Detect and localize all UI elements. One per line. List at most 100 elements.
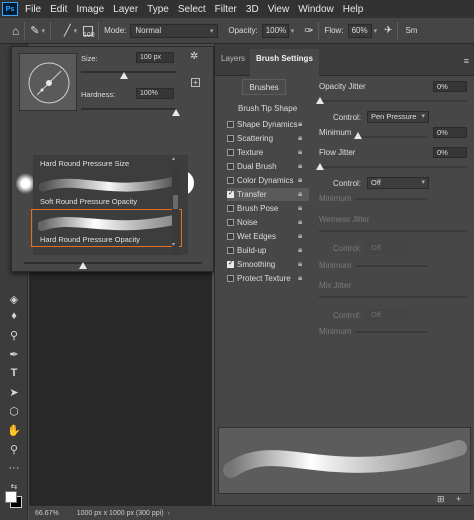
checkbox[interactable] <box>227 219 234 226</box>
brushes-button[interactable]: Brushes <box>242 79 286 95</box>
preview-size-slider[interactable] <box>24 262 202 264</box>
option-protect-texture[interactable]: Protect Texture <box>227 272 309 285</box>
flow-field[interactable]: 60% <box>347 23 372 38</box>
option-build-up[interactable]: Build-up <box>227 244 309 257</box>
flow-control-select[interactable]: Off ▾ <box>367 177 429 189</box>
hardness-slider-thumb[interactable] <box>172 109 180 116</box>
lock-icon[interactable]: 🔒︎ <box>298 203 302 213</box>
option-texture[interactable]: Texture <box>227 146 309 159</box>
lock-icon[interactable]: 🔒︎ <box>298 259 302 269</box>
option-noise[interactable]: Noise <box>227 216 309 229</box>
opacity-jitter-slider[interactable] <box>319 100 467 102</box>
option-brush-pose[interactable]: Brush Pose <box>227 202 309 215</box>
menu-help[interactable]: Help <box>343 4 364 15</box>
lock-icon[interactable]: 🔒︎ <box>298 273 302 283</box>
pen-tool-icon[interactable]: ✒ <box>5 346 23 362</box>
zoom-level[interactable]: 66.67% <box>35 510 59 517</box>
size-slider[interactable] <box>81 71 176 73</box>
lock-icon[interactable]: 🔒︎ <box>298 189 302 199</box>
lock-icon[interactable]: 🔒︎ <box>298 133 302 143</box>
menu-type[interactable]: Type <box>147 4 169 15</box>
minimum-slider-thumb[interactable] <box>354 132 362 139</box>
chevron-right-icon[interactable]: › <box>168 510 170 517</box>
hardness-slider[interactable] <box>81 108 176 110</box>
list-item[interactable]: Soft Round Pressure Opacity <box>33 197 178 206</box>
option-color-dynamics[interactable]: Color Dynamics <box>227 174 309 187</box>
size-field[interactable]: 100 px <box>136 52 174 63</box>
paint-bucket-icon[interactable]: ◈ <box>5 291 23 307</box>
option-transfer[interactable]: Transfer <box>227 188 309 201</box>
tab-brush-settings[interactable]: Brush Settings <box>250 49 319 76</box>
checkbox[interactable] <box>227 177 234 184</box>
lock-icon[interactable]: 🔒︎ <box>298 147 302 157</box>
hand-tool-icon[interactable]: ✋ <box>5 422 23 438</box>
panel-menu-icon[interactable]: ≡ <box>464 56 469 66</box>
minimum-slider[interactable] <box>355 136 427 138</box>
chevron-down-icon[interactable]: ▾ <box>74 27 78 35</box>
tab-layers[interactable]: Layers <box>221 54 245 63</box>
option-scattering[interactable]: Scattering <box>227 132 309 145</box>
airbrush-icon[interactable]: ✈ <box>384 25 392 36</box>
checkbox[interactable] <box>227 135 234 142</box>
checkbox[interactable] <box>227 275 234 282</box>
brush-angle-preview[interactable] <box>19 53 77 111</box>
foreground-color-swatch[interactable] <box>5 491 17 503</box>
checkbox[interactable] <box>227 233 234 240</box>
list-item[interactable]: Hard Round Pressure Size <box>33 159 178 168</box>
option-shape-dynamics[interactable]: Shape Dynamics <box>227 118 309 131</box>
chevron-up-icon[interactable]: ▴ <box>172 155 175 162</box>
chevron-down-icon[interactable]: ▾ <box>291 27 295 35</box>
dodge-tool-icon[interactable]: ⚲ <box>5 327 23 343</box>
path-selection-icon[interactable]: ➤ <box>5 384 23 400</box>
mode-select[interactable]: Normal ▾ <box>130 23 219 38</box>
brush-tip-shape-item[interactable]: Brush Tip Shape <box>238 104 297 113</box>
zoom-tool-icon[interactable]: ⚲ <box>5 441 23 457</box>
opacity-control-select[interactable]: Pen Pressure ▾ <box>367 111 429 123</box>
scrollbar-thumb[interactable] <box>173 195 178 209</box>
option-wet-edges[interactable]: Wet Edges <box>227 230 309 243</box>
checkbox[interactable] <box>227 205 234 212</box>
add-preset-icon[interactable]: ⊞ <box>437 494 445 505</box>
checkbox[interactable] <box>227 189 234 198</box>
option-smoothing[interactable]: Smoothing <box>227 258 309 271</box>
checkbox[interactable] <box>227 149 234 156</box>
menu-window[interactable]: Window <box>298 4 334 15</box>
menu-view[interactable]: View <box>268 4 290 15</box>
lock-icon[interactable]: 🔒︎ <box>298 231 302 241</box>
checkbox[interactable] <box>227 259 234 268</box>
brush-preset-icon[interactable]: ╱ <box>64 24 71 37</box>
lock-icon[interactable]: 🔒︎ <box>298 161 302 171</box>
shape-tool-icon[interactable]: ⬡ <box>5 403 23 419</box>
gear-icon[interactable]: ✲ <box>190 51 198 62</box>
create-new-brush-icon[interactable]: + <box>456 494 461 504</box>
menu-layer[interactable]: Layer <box>113 4 138 15</box>
menu-filter[interactable]: Filter <box>215 4 237 15</box>
blur-tool-icon[interactable]: ♦ <box>5 308 23 324</box>
lock-icon[interactable]: 🔒︎ <box>298 175 302 185</box>
menu-image[interactable]: Image <box>76 4 104 15</box>
opacity-jitter-thumb[interactable] <box>316 97 324 104</box>
checkbox[interactable] <box>227 163 234 170</box>
opacity-jitter-field[interactable]: 0% <box>433 81 467 92</box>
chevron-down-icon[interactable]: ▾ <box>374 27 378 35</box>
flow-jitter-slider[interactable] <box>319 166 467 168</box>
chevron-down-icon[interactable]: ▾ <box>172 241 175 248</box>
document-info[interactable]: 1000 px x 1000 px (300 ppi) <box>77 510 164 517</box>
home-icon[interactable]: ⌂ <box>12 24 19 38</box>
lock-icon[interactable]: 🔒︎ <box>298 119 302 129</box>
brush-tool-icon[interactable]: ✎ <box>30 24 39 37</box>
lock-icon[interactable]: 🔒︎ <box>298 217 302 227</box>
more-tools-icon[interactable]: ··· <box>5 460 23 476</box>
checkbox[interactable] <box>227 247 234 254</box>
flow-jitter-field[interactable]: 0% <box>433 147 467 158</box>
option-dual-brush[interactable]: Dual Brush <box>227 160 309 173</box>
flow-jitter-thumb[interactable] <box>316 163 324 170</box>
lock-icon[interactable]: 🔒︎ <box>298 245 302 255</box>
menu-file[interactable]: File <box>25 4 41 15</box>
menu-edit[interactable]: Edit <box>50 4 67 15</box>
minimum-field[interactable]: 0% <box>433 127 467 138</box>
menu-3d[interactable]: 3D <box>246 4 259 15</box>
menu-select[interactable]: Select <box>178 4 206 15</box>
canvas[interactable] <box>29 270 212 505</box>
selected-preset[interactable]: Hard Round Pressure Opacity <box>31 209 182 247</box>
